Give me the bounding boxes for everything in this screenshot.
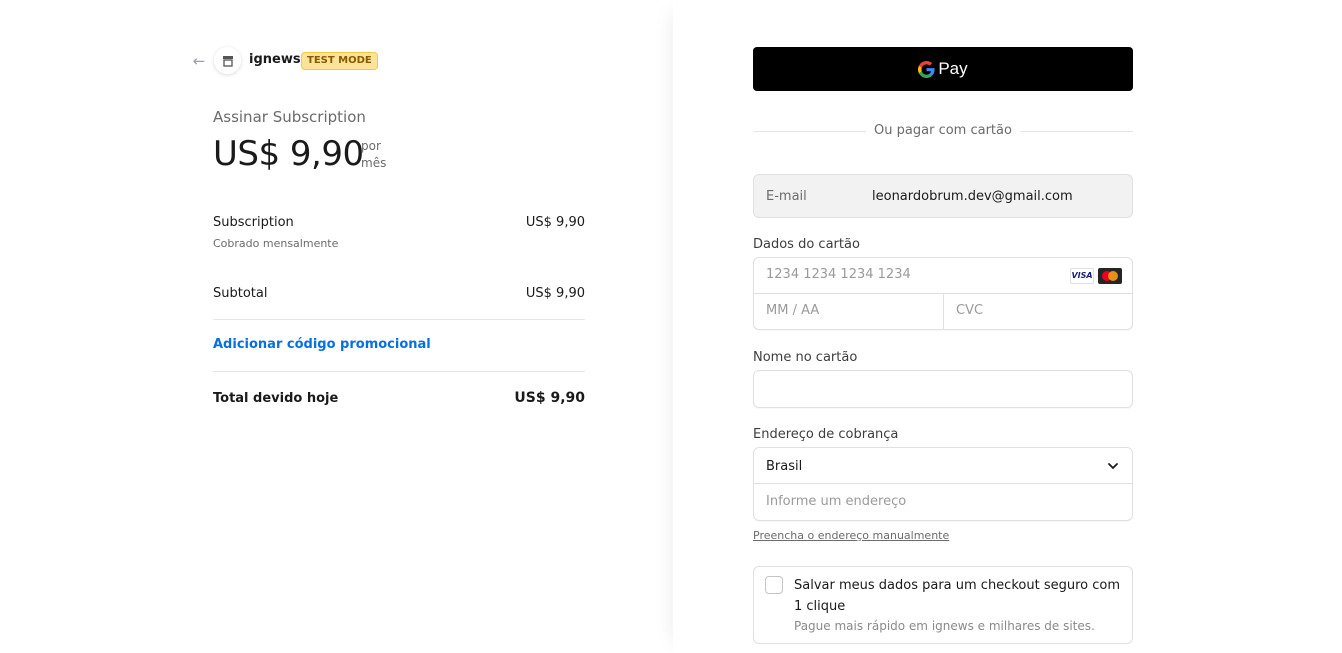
- name-on-card-field: [753, 370, 1133, 408]
- google-g-icon: [918, 60, 935, 78]
- brand-name[interactable]: ignews: [249, 52, 301, 67]
- price-period-line1: por: [361, 139, 381, 153]
- subtotal-label: Subtotal: [213, 286, 268, 301]
- line-item-sublabel: Cobrado mensalmente: [213, 237, 339, 250]
- email-field[interactable]: E-mail leonardobrum.dev@gmail.com: [753, 174, 1133, 218]
- card-details-group: VISA: [753, 257, 1133, 330]
- pay-with-card-text: Ou pagar com cartão: [866, 123, 1020, 138]
- arrow-left-icon[interactable]: ←: [190, 52, 208, 70]
- plan-price: US$ 9,90: [213, 134, 364, 174]
- save-info-checkbox[interactable]: [765, 576, 783, 594]
- card-details-label: Dados do cartão: [753, 237, 860, 252]
- cvc-cell: [944, 294, 1132, 329]
- email-label: E-mail: [766, 189, 807, 204]
- country-value: Brasil: [766, 459, 803, 474]
- cvc-input[interactable]: [956, 303, 1116, 318]
- pay-with-card-divider: Ou pagar com cartão: [753, 123, 1133, 138]
- order-summary-panel: ← ignews TEST MODE Assinar Subscription …: [0, 0, 673, 653]
- billing-address-label: Endereço de cobrança: [753, 427, 899, 442]
- total-label: Total devido hoje: [213, 391, 339, 406]
- google-pay-label: Pay: [938, 59, 968, 78]
- price-period: por mês: [361, 138, 386, 172]
- price-period-line2: mês: [361, 156, 387, 170]
- card-number-input[interactable]: [766, 267, 1056, 282]
- divider: [213, 319, 585, 320]
- add-promo-code-button[interactable]: Adicionar código promocional: [213, 337, 431, 352]
- country-select[interactable]: Brasil: [754, 448, 1132, 484]
- divider: [213, 371, 585, 372]
- expiry-input[interactable]: [766, 303, 926, 318]
- subtotal-value: US$ 9,90: [525, 286, 585, 301]
- store-icon: [214, 47, 241, 74]
- total-value: US$ 9,90: [514, 390, 585, 406]
- save-info-title: Salvar meus dados para um checkout segur…: [794, 578, 1120, 614]
- test-mode-badge: TEST MODE: [301, 52, 378, 70]
- billing-address-group: Brasil: [753, 447, 1133, 521]
- plan-title: Assinar Subscription: [213, 108, 366, 126]
- line-item-value: US$ 9,90: [525, 215, 585, 230]
- card-number-row: VISA: [754, 258, 1132, 294]
- address-row: [754, 484, 1132, 520]
- save-info-box: Salvar meus dados para um checkout segur…: [753, 566, 1133, 644]
- manual-address-link[interactable]: Preencha o endereço manualmente: [753, 529, 949, 542]
- visa-icon: VISA: [1070, 268, 1094, 284]
- chevron-down-icon: [1108, 463, 1118, 469]
- mastercard-icon: [1098, 268, 1122, 284]
- address-input[interactable]: [766, 494, 1116, 509]
- name-on-card-label: Nome no cartão: [753, 350, 858, 365]
- payment-panel: Pay Ou pagar com cartão E-mail leonardob…: [673, 0, 1342, 653]
- google-pay-button[interactable]: Pay: [753, 47, 1133, 91]
- name-on-card-input[interactable]: [766, 381, 1116, 396]
- save-info-subtitle: Pague mais rápido em ignews e milhares d…: [794, 619, 1095, 633]
- line-item-label: Subscription: [213, 215, 294, 230]
- expiry-cell: [754, 294, 944, 329]
- email-value: leonardobrum.dev@gmail.com: [872, 189, 1073, 204]
